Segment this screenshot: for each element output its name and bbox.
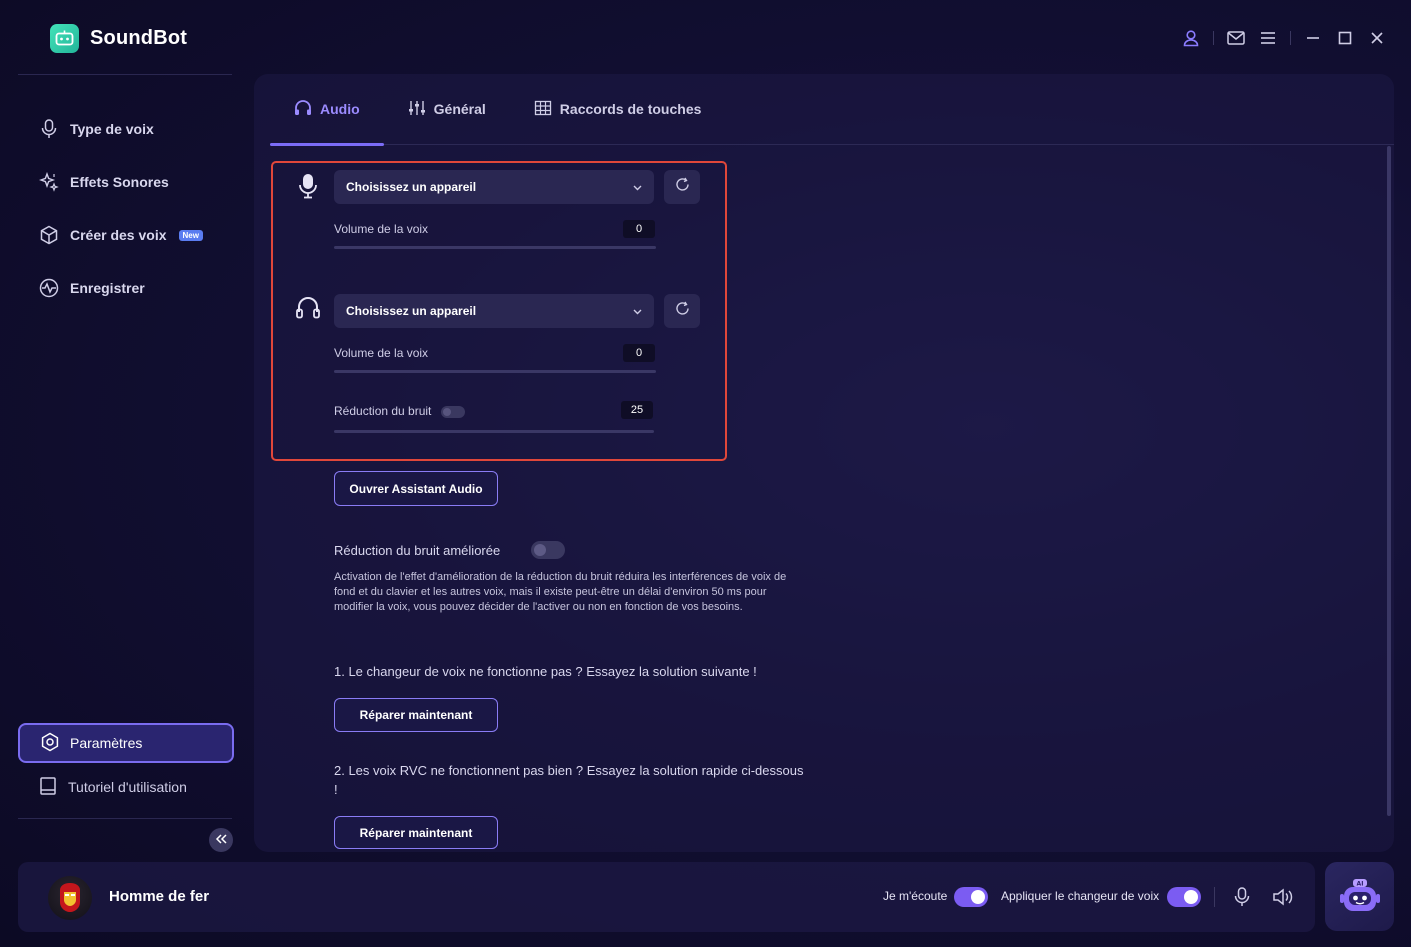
sidebar-item-label: Enregistrer <box>70 280 145 296</box>
enhanced-noise-label: Réduction du bruit améliorée <box>334 543 501 558</box>
sidebar-item-type-de-voix[interactable]: Type de voix <box>18 104 234 154</box>
select-value: Choisissez un appareil <box>346 180 477 194</box>
apply-changer-toggle[interactable] <box>1167 887 1201 907</box>
maximize-icon[interactable] <box>1329 26 1361 50</box>
sidebar-item-label: Tutoriel d'utilisation <box>68 779 187 795</box>
divider <box>1214 887 1215 907</box>
input-refresh-button[interactable] <box>664 170 700 204</box>
sidebar-item-effets-sonores[interactable]: Effets Sonores <box>18 157 234 207</box>
output-volume-label: Volume de la voix <box>334 346 429 360</box>
sidebar-item-label: Effets Sonores <box>70 174 169 190</box>
sidebar-divider <box>18 818 232 819</box>
bottom-bar: Homme de fer Je m'écoute Appliquer le ch… <box>18 862 1315 932</box>
repair-now-button-1[interactable]: Réparer maintenant <box>334 698 498 732</box>
user-icon[interactable] <box>1175 26 1207 50</box>
sidebar-item-enregistrer[interactable]: Enregistrer <box>18 263 234 313</box>
sidebar-item-label: Type de voix <box>70 121 154 137</box>
chevron-down-icon <box>633 304 642 318</box>
sliders-icon <box>408 100 426 119</box>
window-controls <box>1175 26 1393 50</box>
open-audio-assistant-button[interactable]: Ouvrer Assistant Audio <box>334 471 498 506</box>
new-badge: New <box>178 229 203 241</box>
divider <box>1290 31 1291 45</box>
divider <box>1213 31 1214 45</box>
noise-reduction-slider[interactable] <box>334 430 654 433</box>
speaker-button[interactable] <box>1270 884 1296 910</box>
ai-badge-text: AI <box>1356 880 1363 887</box>
sidebar-divider <box>18 74 232 75</box>
sidebar-item-label: Paramètres <box>70 735 143 751</box>
input-device-select[interactable]: Choisissez un appareil <box>334 170 654 204</box>
app-logo: SoundBot <box>50 24 187 53</box>
settings-icon <box>40 732 60 755</box>
mail-icon[interactable] <box>1220 26 1252 50</box>
current-voice-name: Homme de fer <box>109 888 210 905</box>
refresh-icon <box>675 301 690 321</box>
double-chevron-left-icon <box>215 831 227 849</box>
microphone-button[interactable] <box>1229 884 1255 910</box>
tab-general[interactable]: Général <box>384 74 510 145</box>
output-refresh-button[interactable] <box>664 294 700 328</box>
noise-reduction-value[interactable]: 25 <box>621 401 653 419</box>
input-volume-label: Volume de la voix <box>334 222 429 236</box>
tab-label: Audio <box>320 101 360 117</box>
chevron-down-icon <box>633 180 642 194</box>
noise-reduction-toggle[interactable] <box>441 406 465 418</box>
settings-panel: Audio Général Raccords de touches Choisi… <box>254 74 1394 852</box>
output-volume-value[interactable]: 0 <box>623 344 655 362</box>
input-volume-slider[interactable] <box>334 246 656 249</box>
tab-raccords[interactable]: Raccords de touches <box>510 74 726 145</box>
robot-logo-icon <box>50 24 79 53</box>
sidebar-bottom: Paramètres Tutoriel d'utilisation <box>18 723 234 809</box>
sidebar-item-creer-des-voix[interactable]: Créer des voix New <box>18 210 234 260</box>
collapse-sidebar-button[interactable] <box>209 828 233 852</box>
repair-now-button-2[interactable]: Réparer maintenant <box>334 816 498 849</box>
sidebar-item-label: Créer des voix <box>70 227 167 243</box>
listen-toggle[interactable] <box>954 887 988 907</box>
menu-icon[interactable] <box>1252 26 1284 50</box>
close-icon[interactable] <box>1361 26 1393 50</box>
listen-label: Je m'écoute <box>883 889 948 903</box>
microphone-icon <box>38 118 60 140</box>
noise-reduction-label: Réduction du bruit <box>334 404 432 418</box>
enhanced-noise-toggle[interactable] <box>531 541 565 559</box>
tab-label: Général <box>433 101 486 117</box>
refresh-icon <box>675 177 690 197</box>
apply-changer-label: Appliquer le changeur de voix <box>1001 889 1160 903</box>
tab-label: Raccords de touches <box>559 101 702 117</box>
app-window: SoundBot Type de voix Effets Sonores Cré… <box>0 0 1411 947</box>
headphones-icon <box>294 99 312 119</box>
ai-assistant-button[interactable]: AI <box>1325 862 1394 931</box>
sidebar-item-tutoriel[interactable]: Tutoriel d'utilisation <box>18 765 234 809</box>
headphones-device-icon <box>295 294 321 322</box>
fix1-text: 1. Le changeur de voix ne fonctionne pas… <box>334 664 757 679</box>
book-icon <box>38 776 58 799</box>
input-volume-value[interactable]: 0 <box>623 220 655 238</box>
sidebar-item-parametres[interactable]: Paramètres <box>18 723 234 763</box>
settings-tabs: Audio Général Raccords de touches <box>270 74 1394 146</box>
output-device-select[interactable]: Choisissez un appareil <box>334 294 654 328</box>
voice-avatar[interactable] <box>48 876 92 920</box>
minimize-icon[interactable] <box>1297 26 1329 50</box>
microphone-device-icon <box>295 172 321 200</box>
select-value: Choisissez un appareil <box>346 304 477 318</box>
fix2-text: 2. Les voix RVC ne fonctionnent pas bien… <box>334 763 804 797</box>
app-title: SoundBot <box>90 27 188 49</box>
cube-icon <box>38 224 60 246</box>
sparkle-icon <box>38 171 60 193</box>
waveform-icon <box>38 277 60 299</box>
device-settings-box: Choisissez un appareil Volume de la voix… <box>271 161 727 461</box>
tab-audio[interactable]: Audio <box>270 74 384 146</box>
sidebar-nav: Type de voix Effets Sonores Créer des vo… <box>18 104 234 316</box>
enhanced-noise-description: Activation de l'effet d'amélioration de … <box>334 571 787 613</box>
output-volume-slider[interactable] <box>334 370 656 373</box>
grid-icon <box>534 100 552 119</box>
scrollbar[interactable] <box>1387 146 1391 816</box>
